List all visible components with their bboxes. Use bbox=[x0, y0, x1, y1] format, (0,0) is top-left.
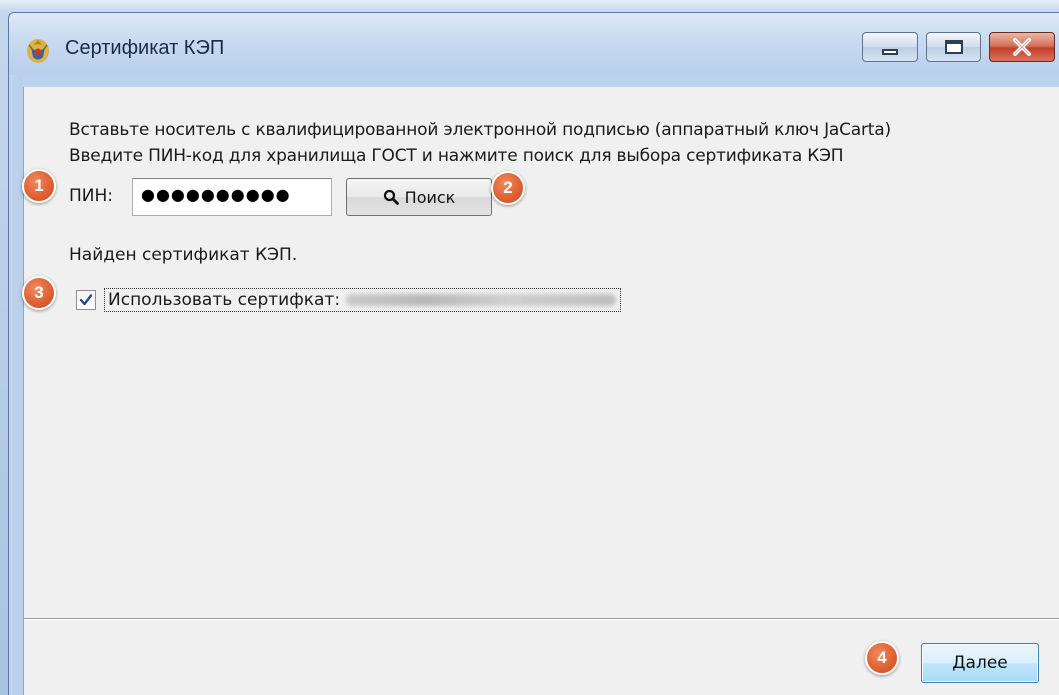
use-certificate-row[interactable]: Использовать сертифкат: bbox=[76, 285, 622, 315]
dialog-content: Вставьте носитель с квалифицированной эл… bbox=[23, 87, 1059, 695]
minimize-icon bbox=[882, 49, 898, 55]
certificate-dialog: Сертификат КЭП Вставьте носитель с квали… bbox=[8, 12, 1059, 695]
certificate-owner-redacted bbox=[346, 294, 617, 306]
maximize-button[interactable] bbox=[926, 32, 981, 62]
callout-badge-4: 4 bbox=[865, 641, 899, 675]
window-title: Сертификат КЭП bbox=[65, 37, 225, 59]
callout-badge-2: 2 bbox=[491, 171, 525, 205]
callout-badge-3: 3 bbox=[22, 276, 56, 310]
pin-label: ПИН: bbox=[69, 186, 114, 206]
next-button[interactable]: Далее bbox=[921, 643, 1039, 683]
title-bar[interactable]: Сертификат КЭП bbox=[9, 13, 1059, 75]
search-button[interactable]: Поиск bbox=[346, 178, 492, 216]
instruction-line-2: Введите ПИН-код для хранилища ГОСТ и наж… bbox=[69, 146, 844, 166]
background-window-edge bbox=[0, 0, 1059, 12]
check-icon bbox=[79, 294, 93, 306]
magnifier-icon bbox=[383, 189, 399, 205]
window-left-border bbox=[9, 75, 23, 695]
found-status-text: Найден сертификат КЭП. bbox=[69, 245, 298, 265]
close-button[interactable] bbox=[989, 32, 1055, 62]
minimize-button[interactable] bbox=[862, 32, 918, 62]
maximize-icon bbox=[944, 40, 963, 54]
close-icon bbox=[1013, 38, 1031, 56]
pin-input[interactable]: ●●●●●●●●●● bbox=[132, 178, 332, 216]
use-certificate-checkbox[interactable] bbox=[76, 290, 96, 310]
use-certificate-label[interactable]: Использовать сертифкат: bbox=[104, 288, 622, 312]
search-button-label: Поиск bbox=[404, 187, 456, 207]
use-certificate-text: Использовать сертифкат: bbox=[108, 290, 341, 310]
footer-separator bbox=[24, 618, 1059, 620]
instructions-text: Вставьте носитель с квалифицированной эл… bbox=[69, 117, 891, 169]
emblem-icon bbox=[27, 39, 49, 63]
instruction-line-1: Вставьте носитель с квалифицированной эл… bbox=[69, 120, 891, 140]
callout-badge-1: 1 bbox=[22, 169, 56, 203]
